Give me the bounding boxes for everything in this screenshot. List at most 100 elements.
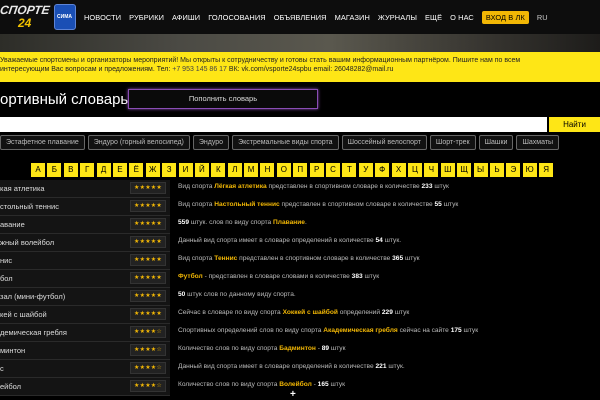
sport-row[interactable]: стольный теннис ★★★★★ xyxy=(0,198,170,216)
letter-button[interactable]: Т xyxy=(342,163,357,177)
partner-logo[interactable]: СИМА xyxy=(54,4,76,30)
search-input[interactable] xyxy=(0,117,547,132)
letter-button[interactable]: Я xyxy=(539,163,554,177)
letter-button[interactable]: Б xyxy=(47,163,62,177)
letter-button[interactable]: Ь xyxy=(489,163,504,177)
letter-button[interactable]: Ё xyxy=(129,163,144,177)
sport-row[interactable]: ейбол ★★★★☆ xyxy=(0,378,170,396)
nav-posters[interactable]: АФИШИ xyxy=(172,13,200,22)
sport-name[interactable]: авание xyxy=(0,220,25,229)
plus-icon[interactable]: + xyxy=(290,389,296,400)
letter-button[interactable]: Р xyxy=(309,163,324,177)
letter-button[interactable]: Г xyxy=(80,163,95,177)
sport-name[interactable]: кей с шайбой xyxy=(0,310,47,319)
nav-magazines[interactable]: ЖУРНАЛЫ xyxy=(378,13,417,22)
letter-button[interactable]: Й xyxy=(194,163,209,177)
rating-stars-icon: ★★★★★ xyxy=(130,182,166,194)
sport-name[interactable]: нис xyxy=(0,256,12,265)
sport-link[interactable]: Лёгкая атлетика xyxy=(214,183,266,190)
sport-link[interactable]: Волейбол xyxy=(279,381,312,388)
letter-button[interactable]: З xyxy=(162,163,177,177)
tab-sport-2[interactable]: Эндуро xyxy=(192,135,230,150)
sport-name[interactable]: минтон xyxy=(0,346,25,355)
tab-sport-6[interactable]: Шашки xyxy=(478,135,514,150)
sport-name[interactable]: с xyxy=(0,364,4,373)
letter-button[interactable]: Ю xyxy=(522,163,537,177)
add-to-dictionary-button[interactable]: Пополнить словарь xyxy=(128,89,318,109)
word-count: 233 xyxy=(421,183,433,190)
tab-sport-7[interactable]: Шахматы xyxy=(516,135,560,150)
letter-button[interactable]: В xyxy=(63,163,78,177)
letter-button[interactable]: Е xyxy=(112,163,127,177)
sport-row[interactable]: зал (мини-футбол) ★★★★★ xyxy=(0,288,170,306)
letter-button[interactable]: С xyxy=(326,163,341,177)
info-phone[interactable]: +7 953 145 86 17 xyxy=(172,66,227,73)
letter-button[interactable]: А xyxy=(31,163,45,177)
sport-name[interactable]: зал (мини-футбол) xyxy=(0,292,65,301)
nav-shop[interactable]: МАГАЗИН xyxy=(335,13,370,22)
nav-rubrics[interactable]: РУБРИКИ xyxy=(129,13,164,22)
letter-button[interactable]: Ц xyxy=(407,163,422,177)
sport-name[interactable]: демическая гребля xyxy=(0,328,67,337)
sport-link[interactable]: Бадминтон xyxy=(279,345,316,352)
sport-link[interactable]: Хоккей с шайбой xyxy=(283,309,338,316)
letter-button[interactable]: П xyxy=(293,163,308,177)
description-text: представлен в спортивном словаре в колич… xyxy=(279,201,435,208)
rating-stars-icon: ★★★★★ xyxy=(130,254,166,266)
sport-row[interactable]: демическая гребля ★★★★☆ xyxy=(0,324,170,342)
sport-row[interactable]: кей с шайбой ★★★★★ xyxy=(0,306,170,324)
rating-stars-icon: ★★★★★ xyxy=(130,272,166,284)
letter-button[interactable]: Л xyxy=(227,163,242,177)
sport-link[interactable]: Плавание xyxy=(273,219,305,226)
info-line-2-text: интересующим Вас вопросам и предложениям… xyxy=(0,66,171,73)
letter-button[interactable]: Ф xyxy=(375,163,390,177)
sport-link[interactable]: Настольный теннис xyxy=(214,201,279,208)
info-email[interactable]: email: 26048282@mail.ru xyxy=(314,66,394,73)
sport-name[interactable]: бол xyxy=(0,274,13,283)
sport-row[interactable]: с ★★★★☆ xyxy=(0,360,170,378)
info-vk[interactable]: ВК: vk.com/vsporte24spbu xyxy=(229,66,312,73)
nav-voting[interactable]: ГОЛОСОВАНИЯ xyxy=(208,13,265,22)
letter-button[interactable]: Ч xyxy=(424,163,439,177)
tab-sport-4[interactable]: Шоссейный велоспорт xyxy=(341,135,427,150)
letter-button[interactable]: Э xyxy=(506,163,521,177)
search-button[interactable]: Найти xyxy=(549,117,600,132)
sport-link[interactable]: Теннис xyxy=(214,255,237,262)
letter-button[interactable]: Н xyxy=(260,163,275,177)
login-button[interactable]: ВХОД В ЛК xyxy=(481,10,529,24)
letter-button[interactable]: К xyxy=(211,163,226,177)
letter-button[interactable]: Щ xyxy=(457,163,472,177)
letter-button[interactable]: Ш xyxy=(440,163,455,177)
nav-about[interactable]: О НАС xyxy=(450,13,474,22)
sport-name[interactable]: стольный теннис xyxy=(0,202,59,211)
nav-more[interactable]: ЕЩЁ xyxy=(425,13,442,22)
letter-button[interactable]: Ж xyxy=(145,163,160,177)
letter-button[interactable]: У xyxy=(358,163,373,177)
sport-row[interactable]: жный волейбол ★★★★★ xyxy=(0,234,170,252)
sport-name[interactable]: жный волейбол xyxy=(0,238,54,247)
letter-button[interactable]: Д xyxy=(96,163,111,177)
tab-sport-1[interactable]: Эндуро (горный велосипед) xyxy=(87,135,190,150)
sport-row[interactable]: минтон ★★★★☆ xyxy=(0,342,170,360)
sport-row[interactable]: бол ★★★★★ xyxy=(0,270,170,288)
language-switch[interactable]: RU xyxy=(537,13,548,22)
nav-ads[interactable]: ОБЪЯВЛЕНИЯ xyxy=(274,13,327,22)
sport-name[interactable]: кая атлетика xyxy=(0,184,45,193)
sport-row[interactable]: кая атлетика ★★★★★ xyxy=(0,180,170,198)
sport-row[interactable]: авание ★★★★★ xyxy=(0,216,170,234)
sport-name[interactable]: ейбол xyxy=(0,382,21,391)
letter-button[interactable]: И xyxy=(178,163,193,177)
sport-link[interactable]: Футбол xyxy=(178,273,203,280)
letter-button[interactable]: Ы xyxy=(473,163,488,177)
tab-sport-3[interactable]: Экстремальные виды спорта xyxy=(232,135,339,150)
letter-button[interactable]: Х xyxy=(391,163,406,177)
site-logo[interactable]: СПОРТЕ 24 xyxy=(0,2,50,34)
letter-button[interactable]: О xyxy=(276,163,291,177)
sport-description: Данный вид спорта имеет в словаре опреде… xyxy=(178,234,600,252)
tab-sport-5[interactable]: Шорт-трек xyxy=(429,135,476,150)
sport-link[interactable]: Академическая гребля xyxy=(323,327,397,334)
tab-sport-0[interactable]: Эстафетное плавание xyxy=(0,135,85,150)
sport-row[interactable]: нис ★★★★★ xyxy=(0,252,170,270)
nav-news[interactable]: НОВОСТИ xyxy=(84,13,121,22)
letter-button[interactable]: М xyxy=(244,163,259,177)
